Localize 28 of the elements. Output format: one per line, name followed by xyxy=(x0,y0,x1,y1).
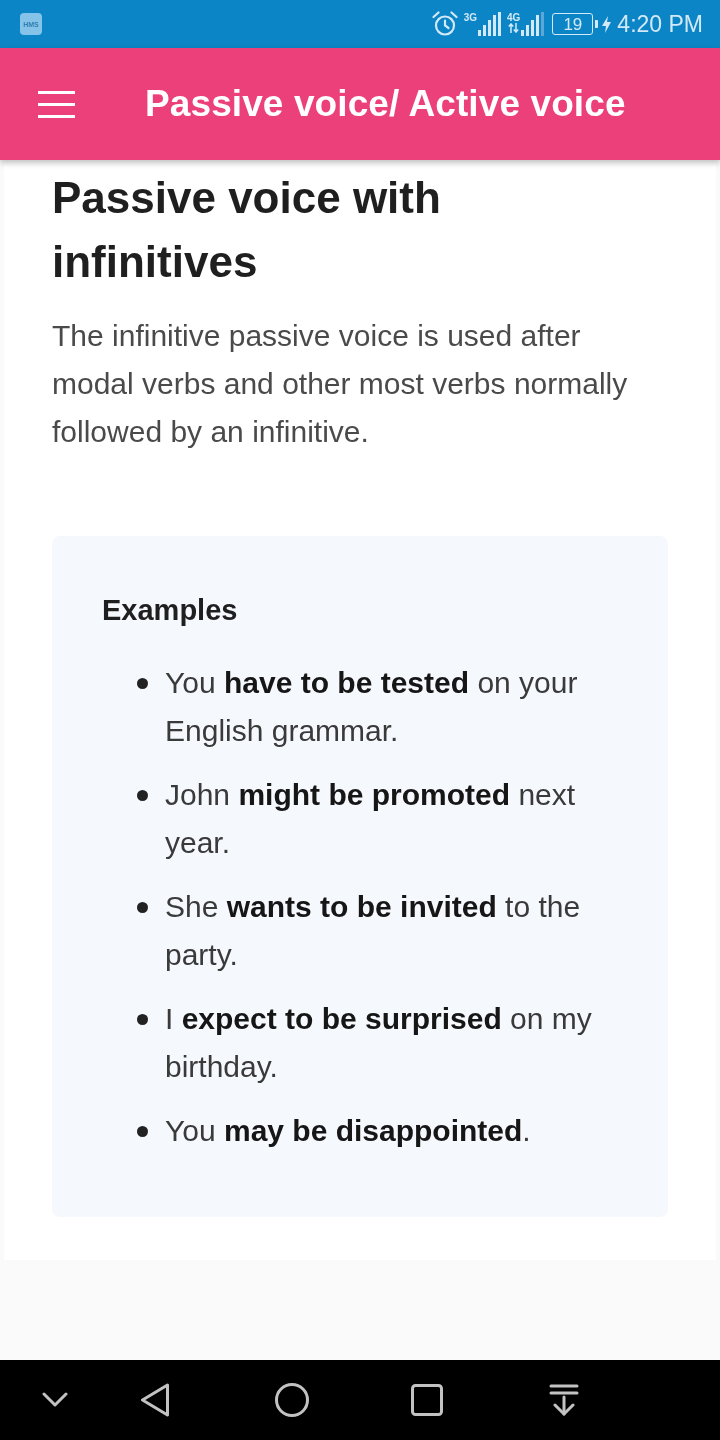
bullet-icon xyxy=(137,678,148,689)
examples-heading: Examples xyxy=(102,593,239,628)
bullet-icon xyxy=(137,902,148,913)
app-bar-title: Passive voice/ Active voice xyxy=(145,83,626,125)
battery-indicator: 19 xyxy=(552,13,599,35)
network-type-label: 3G xyxy=(463,12,477,23)
example-sentence: You may be disappointed. xyxy=(165,1113,532,1149)
network-type-label: 4G xyxy=(507,12,521,23)
article-heading: Passive voice with infinitives xyxy=(52,172,442,288)
example-sentence: You have to be tested on your English grammar. xyxy=(165,665,579,749)
signal-bars-icon xyxy=(478,12,501,36)
back-icon[interactable] xyxy=(140,1383,170,1417)
signal-bars-icon xyxy=(521,12,545,36)
bullet-icon xyxy=(137,1126,148,1137)
chevron-down-icon[interactable] xyxy=(42,1392,68,1408)
bullet-icon xyxy=(137,1014,148,1025)
example-sentence: I expect to be surprised on my birthday. xyxy=(165,1001,593,1085)
example-sentence: John might be promoted next year. xyxy=(165,777,577,861)
recent-apps-icon[interactable] xyxy=(411,1384,443,1416)
example-sentence: She wants to be invited to the party. xyxy=(165,889,582,973)
home-icon[interactable] xyxy=(275,1383,309,1417)
data-arrows-icon xyxy=(508,23,520,33)
alarm-clock-icon xyxy=(431,11,458,37)
clock-time: 4:20 PM xyxy=(617,10,703,38)
menu-icon[interactable] xyxy=(38,90,75,118)
charging-bolt-icon xyxy=(602,15,612,33)
bullet-icon xyxy=(137,790,148,801)
intro-paragraph: The infinitive passive voice is used after modal verbs and other most verbs normally followed by an infinitive. xyxy=(52,318,629,450)
